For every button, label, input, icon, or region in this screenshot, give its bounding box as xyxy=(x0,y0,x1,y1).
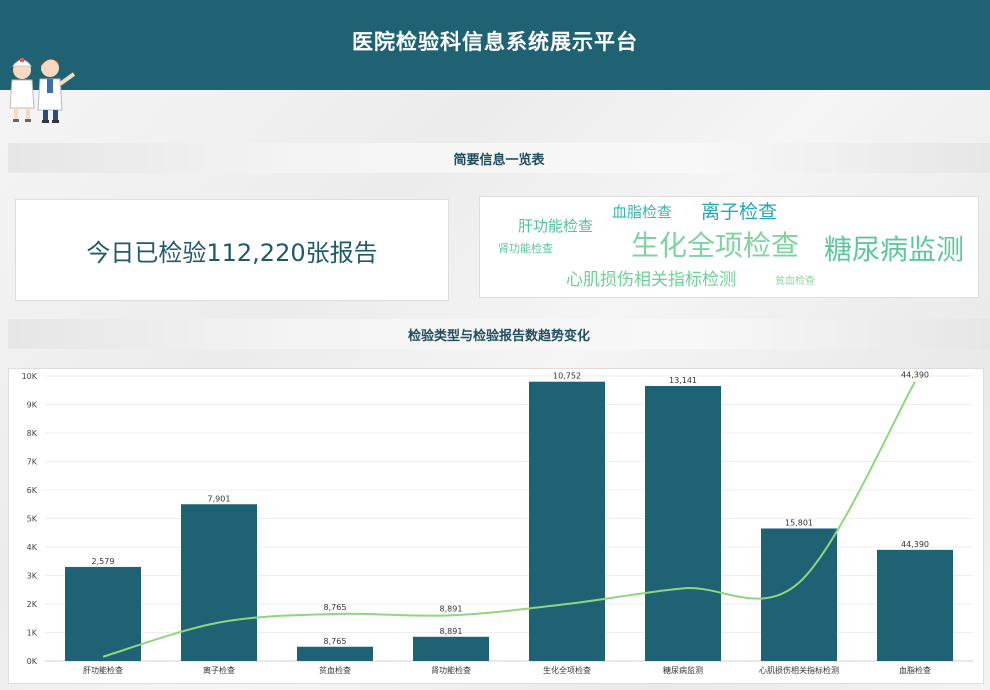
trend-section-header: 检验类型与检验报告数趋势变化 xyxy=(8,319,990,349)
trend-section-title: 检验类型与检验报告数趋势变化 xyxy=(407,328,590,344)
doctor-nurse-icon xyxy=(9,58,76,123)
y-tick-label: 5K xyxy=(27,515,38,524)
line-value-label: 8,891 xyxy=(440,604,463,613)
y-tick-label: 2K xyxy=(27,600,38,609)
x-tick-label: 糖尿病监测 xyxy=(663,665,703,675)
trend-chart-card: 0K 1K 2K 3K 4K 5K 6K 7K 8K 9K 10K 2,579 肝功能检查 7,901 离子… xyxy=(8,368,984,684)
today-report-card: 今日已检验112,220张报告 xyxy=(15,199,449,301)
y-tick-label: 9K xyxy=(27,401,38,410)
y-tick-label: 6K xyxy=(27,486,38,495)
word-cloud-item: 离子检查 xyxy=(701,201,778,223)
bar-value-label: 15,801 xyxy=(785,518,813,527)
word-cloud-item: 贫血检查 xyxy=(775,276,815,287)
bar xyxy=(413,636,489,661)
bar-value-label: 2,579 xyxy=(92,557,115,566)
x-tick-label: 贫血检查 xyxy=(319,665,351,675)
bar-value-label: 44,390 xyxy=(901,540,929,549)
bar xyxy=(877,549,953,661)
bar-value-label: 10,752 xyxy=(553,372,581,381)
x-tick-label: 离子检查 xyxy=(203,665,235,675)
y-tick-label: 0K xyxy=(27,657,38,666)
word-cloud: 肝功能检查 血脂检查 离子检查 肾功能检查 生化全项检查 糖尿病监测 心肌损伤相… xyxy=(479,196,979,298)
y-tick-label: 3K xyxy=(27,572,38,581)
x-tick-label: 肝功能检查 xyxy=(83,665,123,675)
y-tick-label: 8K xyxy=(27,429,38,438)
trend-chart: 0K 1K 2K 3K 4K 5K 6K 7K 8K 9K 10K 2,579 肝功能检查 7,901 离子… xyxy=(22,371,973,675)
word-cloud-item: 心肌损伤相关指标检测 xyxy=(566,270,736,290)
summary-section-header: 简要信息一览表 xyxy=(8,143,990,173)
y-tick-label: 10K xyxy=(22,372,38,381)
bar-value-label: 8,891 xyxy=(440,627,463,636)
y-tick-label: 1K xyxy=(27,629,38,638)
word-cloud-item: 肾功能检查 xyxy=(498,242,553,255)
line-value-label: 8,765 xyxy=(324,603,347,612)
line-value-label: 44,390 xyxy=(901,371,929,380)
y-tick-label: 7K xyxy=(27,458,38,467)
word-cloud-item: 肝功能检查 xyxy=(518,217,594,235)
bar-value-label: 8,765 xyxy=(324,637,347,646)
word-cloud-item: 糖尿病监测 xyxy=(824,233,965,266)
bar-value-label: 13,141 xyxy=(669,376,697,385)
bar xyxy=(297,646,373,661)
bar xyxy=(65,566,141,661)
bar xyxy=(529,381,605,661)
x-tick-label: 血脂检查 xyxy=(899,665,931,675)
x-tick-label: 生化全项检查 xyxy=(543,665,591,675)
x-tick-label: 心肌损伤相关指标检测 xyxy=(759,665,839,675)
word-cloud-item: 血脂检查 xyxy=(612,203,673,221)
bar-value-label: 7,901 xyxy=(208,494,231,503)
page-header: 医院检验科信息系统展示平台 xyxy=(0,0,990,90)
page-title: 医院检验科信息系统展示平台 xyxy=(352,30,638,54)
x-tick-label: 肾功能检查 xyxy=(431,665,471,675)
y-tick-label: 4K xyxy=(27,543,38,552)
today-report-text: 今日已检验112,220张报告 xyxy=(86,238,378,267)
bar xyxy=(645,385,721,661)
word-cloud-item: 生化全项检查 xyxy=(631,229,800,262)
summary-section-title: 简要信息一览表 xyxy=(453,152,545,168)
bar xyxy=(181,504,257,661)
